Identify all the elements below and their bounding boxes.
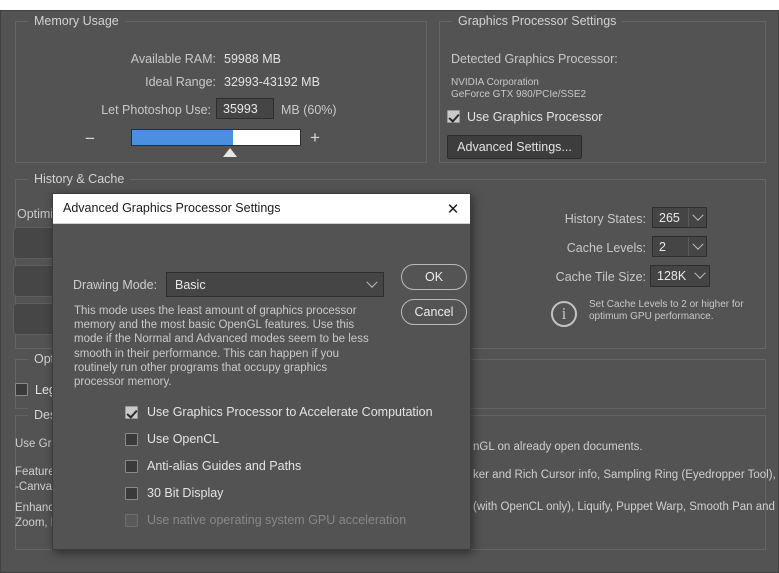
dialog-titlebar: Advanced Graphics Processor Settings ✕ [53, 194, 470, 224]
cache-levels-value: 2 [659, 239, 666, 254]
let-photoshop-use-suffix: MB (60%) [281, 103, 337, 117]
gpu-vendor: NVIDIA Corporation [451, 77, 539, 88]
history-states-label: History States: [564, 212, 646, 226]
drawing-mode-description: This mode uses the least amount of graph… [74, 305, 369, 389]
description-right-line-1: nGL on already open documents. [473, 441, 643, 453]
ok-button[interactable]: OK [401, 264, 467, 290]
gpu-model: GeForce GTX 980/PCIe/SSE2 [451, 89, 587, 100]
memory-usage-title: Memory Usage [28, 14, 125, 28]
cache-info-line-1: Set Cache Levels to 2 or higher for [589, 299, 744, 310]
checkbox-row[interactable]: Use Graphics Processor to Accelerate Com… [125, 405, 433, 419]
checkbox-native-os-gpu-acceleration [125, 513, 138, 527]
chevron-down-icon [688, 208, 706, 227]
info-icon: i [551, 301, 577, 327]
cache-tile-size-label: Cache Tile Size: [555, 270, 646, 284]
checkbox-row[interactable]: Use OpenCL [125, 432, 219, 446]
ideal-range-value: 32993-43192 MB [224, 75, 320, 89]
advanced-settings-button[interactable]: Advanced Settings... [447, 135, 582, 159]
advanced-graphics-processor-settings-dialog: Advanced Graphics Processor Settings ✕ D… [52, 193, 471, 550]
cache-tile-size-value: 128K [657, 269, 687, 283]
use-graphics-processor-checkbox[interactable] [447, 110, 460, 123]
history-cache-title: History & Cache [28, 172, 131, 186]
available-ram-label: Available RAM: [130, 52, 216, 66]
let-photoshop-use-input[interactable]: 35993 [216, 98, 274, 119]
checkbox-use-opencl[interactable] [125, 432, 138, 446]
checkbox-anti-alias-guides-paths[interactable] [125, 459, 138, 473]
checkbox-30-bit-display[interactable] [125, 486, 138, 500]
let-photoshop-use-label: Let Photoshop Use: [101, 103, 211, 117]
detected-gpu-label: Detected Graphics Processor: [451, 52, 618, 66]
drawing-mode-label: Drawing Mode: [73, 278, 158, 292]
checkbox-row: Use native operating system GPU accelera… [125, 513, 406, 527]
cache-tile-size-dropdown[interactable]: 128K [650, 265, 710, 287]
legacy-compositing-checkbox[interactable] [15, 383, 28, 396]
drawing-mode-select[interactable]: Basic [166, 272, 384, 297]
ideal-range-label: Ideal Range: [145, 75, 216, 89]
memory-slider-track[interactable] [131, 129, 301, 146]
chevron-down-icon [361, 276, 383, 289]
checkbox-label: Anti-alias Guides and Paths [147, 459, 302, 473]
chevron-down-icon [688, 237, 706, 256]
close-icon[interactable]: ✕ [442, 199, 464, 219]
graphics-processor-title: Graphics Processor Settings [452, 14, 623, 28]
checkbox-label: Use native operating system GPU accelera… [147, 513, 407, 527]
cache-info-line-2: optimum GPU performance. [589, 311, 714, 322]
description-right-line-3: (with OpenCL only), Liquify, Puppet Warp… [473, 501, 775, 513]
checkbox-row[interactable]: 30 Bit Display [125, 486, 223, 500]
history-states-dropdown[interactable]: 265 [652, 207, 707, 228]
history-states-value: 265 [659, 210, 680, 225]
use-graphics-processor-label: Use Graphics Processor [467, 110, 603, 124]
cache-levels-dropdown[interactable]: 2 [652, 236, 707, 257]
optimize-label: Optimi [17, 207, 54, 221]
dialog-title: Advanced Graphics Processor Settings [63, 201, 281, 215]
drawing-mode-value: Basic [175, 277, 206, 292]
description-right-line-2: ker and Rich Cursor info, Sampling Ring … [473, 469, 779, 481]
checkbox-label: Use Graphics Processor to Accelerate Com… [147, 405, 433, 419]
checkbox-label: Use OpenCL [147, 432, 220, 446]
checkbox-label: 30 Bit Display [147, 486, 224, 500]
checkbox-use-gpu-accelerate[interactable] [125, 405, 138, 419]
memory-slider-fill [132, 130, 233, 145]
checkbox-row[interactable]: Anti-alias Guides and Paths [125, 459, 301, 473]
memory-slider-decrease[interactable]: − [85, 130, 95, 147]
cache-levels-label: Cache Levels: [566, 241, 646, 255]
cancel-button[interactable]: Cancel [401, 299, 467, 325]
preferences-performance-screen: Memory Usage Available RAM: 59988 MB Ide… [0, 0, 779, 573]
available-ram-value: 59988 MB [224, 52, 281, 66]
memory-slider-thumb[interactable] [223, 148, 237, 157]
dialog-body: Drawing Mode: Basic This mode uses the l… [53, 224, 470, 549]
chevron-down-icon [691, 266, 709, 286]
memory-slider-increase[interactable]: + [310, 129, 320, 146]
